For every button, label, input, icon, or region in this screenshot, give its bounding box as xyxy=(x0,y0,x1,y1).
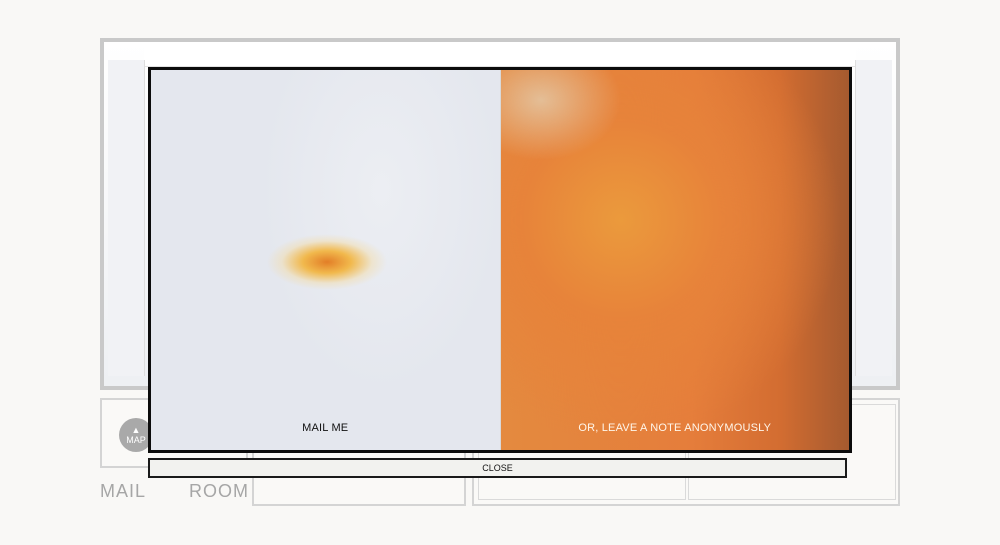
room-ceiling xyxy=(144,42,856,67)
mail-me-option[interactable]: MAIL ME xyxy=(151,70,500,450)
room-label-mail: MAIL xyxy=(100,481,147,501)
map-button-label: MAP xyxy=(126,434,146,445)
contact-modal: MAIL ME OR, LEAVE A NOTE ANONYMOUSLY xyxy=(148,67,852,453)
mail-me-label: MAIL ME xyxy=(302,422,349,434)
room-right-wall xyxy=(855,60,892,376)
arrow-up-icon: ▲ xyxy=(131,424,141,435)
room-left-wall xyxy=(108,60,145,376)
close-button[interactable]: CLOSE xyxy=(148,458,847,478)
page: ▲ MAP MAIL ROOM MAIL ME OR, LEAVE A NOTE… xyxy=(0,0,1000,545)
anonymous-note-option[interactable]: OR, LEAVE A NOTE ANONYMOUSLY xyxy=(499,70,849,450)
room-label-room: ROOM xyxy=(189,481,249,501)
anonymous-note-label: OR, LEAVE A NOTE ANONYMOUSLY xyxy=(578,422,772,434)
